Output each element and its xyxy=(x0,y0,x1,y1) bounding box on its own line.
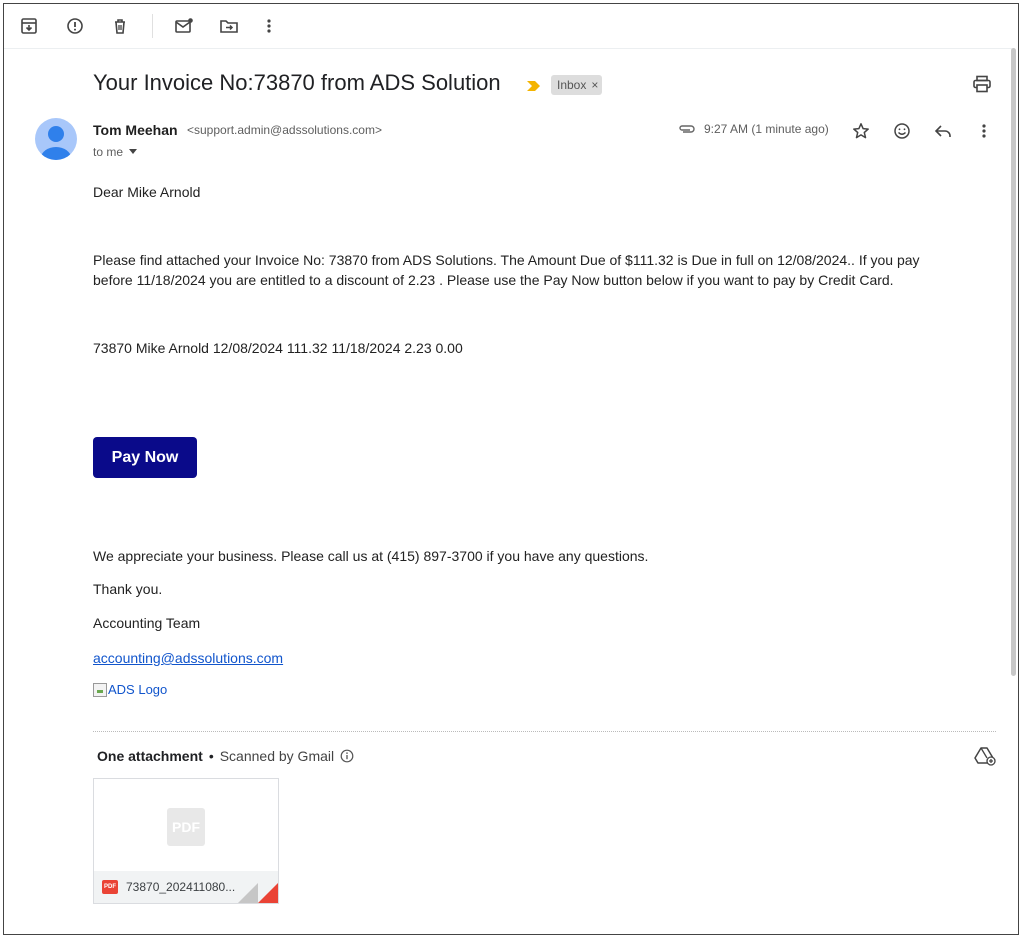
logo-alt-text: ADS Logo xyxy=(108,682,168,697)
page-fold-corner xyxy=(258,883,278,903)
print-icon[interactable] xyxy=(972,74,992,99)
pay-now-button[interactable]: Pay Now xyxy=(93,437,197,478)
toolbar-separator xyxy=(152,14,153,38)
pdf-preview-icon: PDF xyxy=(167,808,205,846)
emoji-reaction-icon[interactable] xyxy=(889,118,915,144)
chevron-down-icon[interactable] xyxy=(129,149,138,155)
attachment-count: One attachment xyxy=(97,748,203,764)
move-to-icon[interactable] xyxy=(214,11,244,41)
inbox-label-text: Inbox xyxy=(557,78,587,92)
page-fold-shadow xyxy=(238,883,258,903)
pdf-file-icon: PDF xyxy=(102,880,118,894)
info-icon[interactable] xyxy=(340,749,354,763)
report-spam-icon[interactable] xyxy=(60,11,90,41)
recipient-details[interactable]: to me xyxy=(93,145,138,159)
attachment-preview[interactable]: PDF xyxy=(94,779,278,871)
email-subject: Your Invoice No:73870 from ADS Solution xyxy=(93,70,501,95)
email-window: Your Invoice No:73870 from ADS Solution … xyxy=(3,3,1019,935)
paperclip-icon xyxy=(678,122,696,140)
attachment-filename: 73870_202411080... xyxy=(126,880,236,894)
reply-icon[interactable] xyxy=(930,118,956,144)
more-vert-icon[interactable] xyxy=(254,11,284,41)
remove-label-button[interactable]: × xyxy=(591,78,598,92)
invoice-summary-line: 73870 Mike Arnold 12/08/2024 111.32 11/1… xyxy=(93,340,463,356)
accounting-email-link[interactable]: accounting@adssolutions.com xyxy=(93,650,283,666)
separator-dot: • xyxy=(208,748,214,764)
star-icon[interactable] xyxy=(848,118,874,144)
sender-email: <support.admin@adssolutions.com> xyxy=(187,123,382,137)
add-to-drive-icon[interactable] xyxy=(974,746,996,771)
broken-image-icon xyxy=(93,682,107,697)
archive-icon[interactable] xyxy=(14,11,44,41)
email-paragraph: Please find attached your Invoice No: 73… xyxy=(93,252,920,288)
mark-unread-icon[interactable] xyxy=(169,11,199,41)
sender-name[interactable]: Tom Meehan xyxy=(93,122,178,138)
appreciation-text: We appreciate your business. Please call… xyxy=(93,548,649,564)
toolbar xyxy=(4,4,1012,49)
thank-you-text: Thank you. xyxy=(93,581,163,597)
signature-text: Accounting Team xyxy=(93,615,201,631)
delete-icon[interactable] xyxy=(105,11,135,41)
email-timestamp: 9:27 AM (1 minute ago) xyxy=(704,122,829,136)
inbox-label-chip: Inbox × xyxy=(551,75,603,95)
attachments-header: One attachment • Scanned by Gmail xyxy=(97,748,354,764)
recipient-label: to me xyxy=(93,145,124,159)
more-options-icon[interactable] xyxy=(971,118,997,144)
scanned-by-gmail: Scanned by Gmail xyxy=(219,748,335,764)
vertical-scrollbar[interactable] xyxy=(1011,48,1016,676)
attachments-divider xyxy=(93,731,996,732)
ads-logo-image: ADS Logo xyxy=(93,682,167,697)
importance-marker-icon[interactable] xyxy=(526,79,542,97)
attachment-card[interactable]: PDF PDF 73870_202411080... xyxy=(93,778,279,904)
sender-avatar[interactable] xyxy=(35,118,77,160)
email-greeting: Dear Mike Arnold xyxy=(93,184,201,200)
